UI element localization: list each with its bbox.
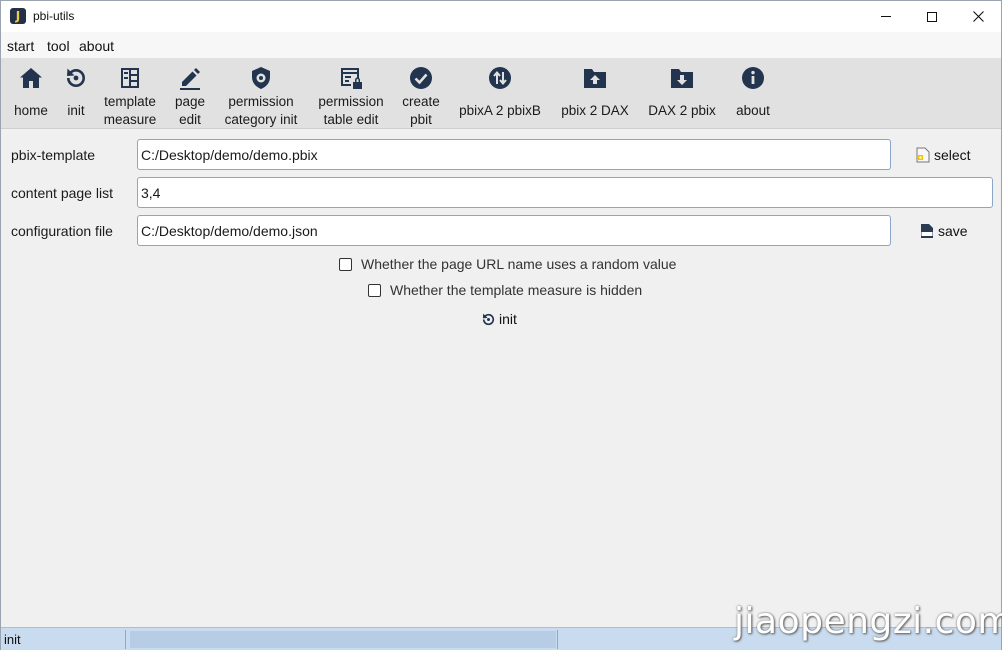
toolbar-template-measure-button[interactable]: template measure bbox=[100, 59, 160, 129]
menu-start[interactable]: start bbox=[7, 38, 34, 54]
reset-icon bbox=[482, 313, 495, 325]
toolbar-label: init bbox=[67, 103, 85, 118]
folder-upload-icon bbox=[583, 66, 607, 90]
toolbar-label: create pbit bbox=[402, 94, 440, 127]
title-bar: J pbi-utils bbox=[1, 1, 1001, 32]
select-button[interactable]: select bbox=[915, 143, 971, 167]
hide-template-measure-checkbox[interactable] bbox=[368, 283, 381, 297]
close-icon bbox=[972, 11, 984, 22]
info-circle-icon bbox=[741, 66, 765, 90]
home-icon bbox=[19, 66, 43, 90]
random-url-option-label: Whether the page URL name uses a random … bbox=[361, 256, 677, 272]
toolbar-dax-2-pbix-button[interactable]: DAX 2 pbix bbox=[643, 59, 721, 129]
status-text: init bbox=[4, 632, 21, 647]
app-logo-icon: J bbox=[10, 8, 26, 24]
toolbar-about-button[interactable]: about bbox=[731, 59, 775, 129]
app-window: J pbi-utils start tool about home init t… bbox=[0, 0, 1002, 650]
maximize-button[interactable] bbox=[909, 1, 955, 32]
toolbar-label: template measure bbox=[103, 94, 157, 127]
status-progress-bar bbox=[130, 631, 556, 648]
content-page-list-input[interactable] bbox=[137, 177, 993, 208]
random-url-option[interactable]: Whether the page URL name uses a random … bbox=[339, 256, 676, 272]
close-button[interactable] bbox=[955, 1, 1001, 32]
reset-icon bbox=[64, 66, 88, 90]
configuration-file-label: configuration file bbox=[11, 223, 113, 239]
status-separator bbox=[125, 630, 126, 649]
toolbar-label: home bbox=[14, 103, 48, 118]
swap-circle-icon bbox=[488, 66, 512, 90]
toolbar-label: DAX 2 pbix bbox=[648, 103, 716, 118]
select-button-label: select bbox=[934, 147, 971, 163]
folder-download-icon bbox=[670, 66, 694, 90]
menu-tool[interactable]: tool bbox=[47, 38, 70, 54]
init-button[interactable]: init bbox=[481, 311, 517, 327]
save-button[interactable]: save bbox=[919, 219, 968, 243]
toolbar-pbixa-2-pbixb-button[interactable]: pbixA 2 pbixB bbox=[455, 59, 545, 129]
minimize-button[interactable] bbox=[863, 1, 909, 32]
toolbar-label: pbixA 2 pbixB bbox=[459, 103, 541, 118]
toolbar-create-pbit-button[interactable]: create pbit bbox=[399, 59, 443, 129]
minimize-icon bbox=[881, 16, 891, 17]
toolbar-pbix-2-dax-button[interactable]: pbix 2 DAX bbox=[557, 59, 633, 129]
menu-bar: start tool about bbox=[1, 32, 1001, 59]
table-icon bbox=[118, 66, 142, 90]
menu-about[interactable]: about bbox=[79, 38, 114, 54]
pencil-icon bbox=[178, 66, 202, 90]
maximize-icon bbox=[927, 11, 937, 22]
pbix-template-input[interactable] bbox=[137, 139, 891, 170]
file-icon bbox=[916, 147, 930, 163]
check-circle-icon bbox=[409, 66, 433, 90]
toolbar-init-button[interactable]: init bbox=[61, 59, 91, 129]
hide-template-measure-option[interactable]: Whether the template measure is hidden bbox=[368, 282, 642, 298]
window-title: pbi-utils bbox=[33, 9, 75, 23]
content-page-list-label: content page list bbox=[11, 185, 113, 201]
configuration-file-input[interactable] bbox=[137, 215, 891, 246]
random-url-checkbox[interactable] bbox=[339, 257, 352, 271]
toolbar-label: page edit bbox=[174, 94, 206, 127]
status-separator bbox=[557, 630, 558, 649]
hide-template-measure-option-label: Whether the template measure is hidden bbox=[390, 282, 643, 298]
shield-gear-icon bbox=[249, 66, 273, 90]
toolbar-label: permission category init bbox=[224, 94, 298, 127]
pbix-template-label: pbix-template bbox=[11, 147, 96, 163]
json-file-icon bbox=[921, 224, 933, 238]
toolbar-label: pbix 2 DAX bbox=[561, 103, 629, 118]
toolbar: home init template measure page edit per bbox=[1, 59, 1001, 129]
toolbar-permission-table-edit-button[interactable]: permission table edit bbox=[313, 59, 389, 129]
toolbar-page-edit-button[interactable]: page edit bbox=[169, 59, 211, 129]
save-button-label: save bbox=[938, 223, 968, 239]
toolbar-label: permission table edit bbox=[318, 94, 384, 127]
toolbar-home-button[interactable]: home bbox=[11, 59, 51, 129]
table-lock-icon bbox=[339, 66, 363, 90]
watermark: jiaopengzi.com bbox=[734, 601, 1002, 642]
init-button-label: init bbox=[499, 311, 517, 327]
toolbar-label: about bbox=[736, 103, 770, 118]
toolbar-permission-category-init-button[interactable]: permission category init bbox=[219, 59, 303, 129]
